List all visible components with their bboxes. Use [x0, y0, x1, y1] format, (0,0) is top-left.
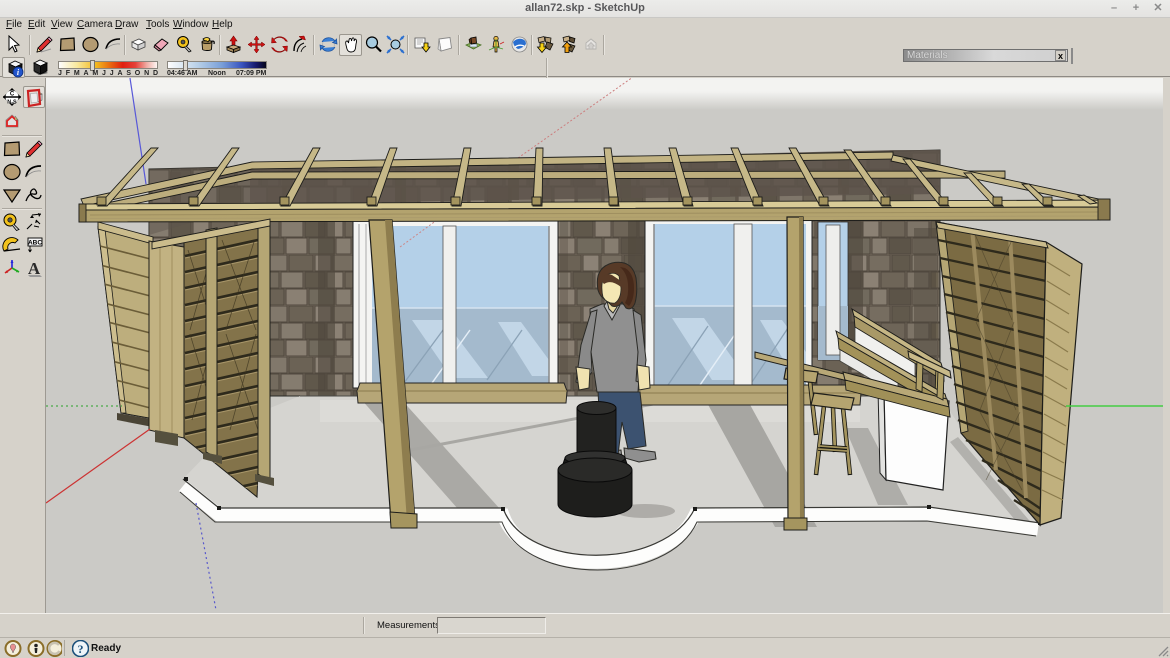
svg-text:ABC: ABC — [28, 240, 42, 247]
svg-text:N-S: N-S — [7, 99, 17, 105]
svg-text:C: C — [10, 92, 15, 98]
svg-text:?: ? — [78, 642, 84, 656]
